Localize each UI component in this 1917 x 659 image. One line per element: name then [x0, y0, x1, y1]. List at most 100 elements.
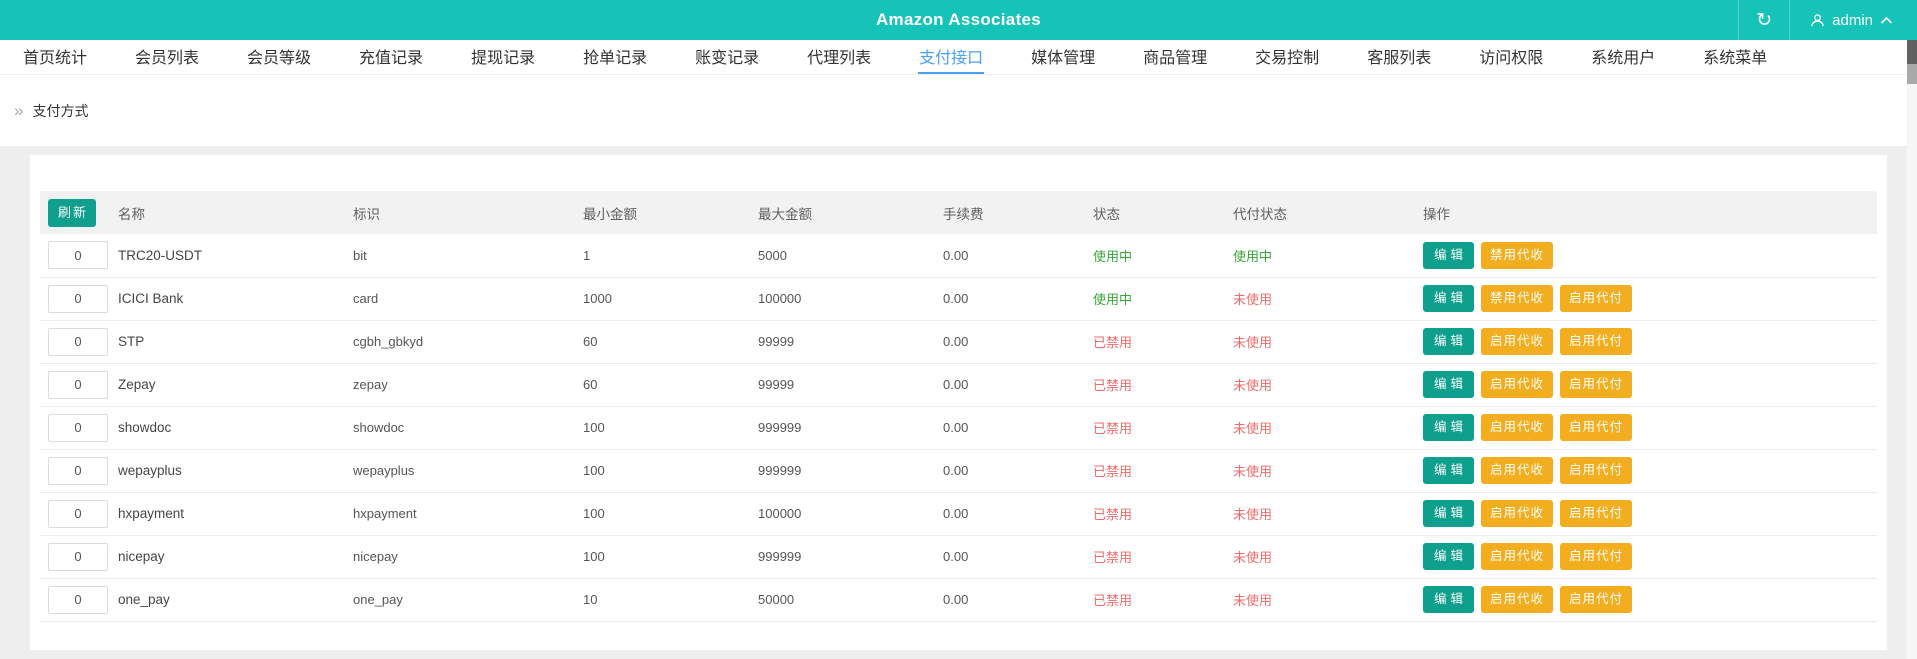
toggle-button[interactable]: 启用代付	[1560, 500, 1633, 527]
refresh-button[interactable]: 刷新	[48, 198, 97, 227]
scrollbar-thumb-tail	[1907, 64, 1917, 84]
toggle-button[interactable]: 启用代付	[1560, 457, 1633, 484]
toggle-button[interactable]: 启用代收	[1481, 414, 1554, 441]
sort-cell	[40, 578, 110, 621]
code-cell: one_pay	[353, 592, 403, 607]
edit-button[interactable]: 编辑	[1423, 414, 1475, 441]
status-text: 已禁用	[1093, 335, 1133, 350]
nav-item-12[interactable]: 客服列表	[1366, 40, 1432, 74]
user-menu[interactable]: admin	[1789, 0, 1917, 40]
nav-item-14[interactable]: 系统用户	[1590, 40, 1656, 74]
toggle-button[interactable]: 启用代收	[1481, 586, 1554, 613]
status-text: 未使用	[1233, 378, 1273, 393]
sort-input[interactable]	[48, 499, 108, 528]
nav-item-1[interactable]: 会员列表	[134, 40, 200, 74]
table-row: showdoc showdoc 100 999999 0.00 已禁用 未使用 编辑启用代收启…	[40, 406, 1877, 449]
sort-input[interactable]	[48, 370, 108, 399]
nav-item-5[interactable]: 抢单记录	[582, 40, 648, 74]
max-amount-cell: 100000	[758, 506, 802, 521]
pay-status-cell: 未使用	[1225, 320, 1415, 363]
nav-item-3[interactable]: 充值记录	[358, 40, 424, 74]
status-text: 未使用	[1233, 464, 1273, 479]
scrollbar-thumb[interactable]	[1907, 40, 1917, 64]
refresh-icon[interactable]: ↻	[1738, 0, 1789, 40]
max-amount-cell: 50000	[758, 592, 795, 607]
nav-item-10[interactable]: 商品管理	[1142, 40, 1208, 74]
nav-item-13[interactable]: 访问权限	[1478, 40, 1544, 74]
sort-input[interactable]	[48, 284, 108, 313]
edit-button[interactable]: 编辑	[1423, 586, 1475, 613]
name-cell: wepayplus	[118, 463, 182, 478]
code-cell: hxpayment	[353, 506, 417, 521]
nav-item-2[interactable]: 会员等级	[246, 40, 312, 74]
status-text: 未使用	[1233, 507, 1273, 522]
toggle-button[interactable]: 启用代付	[1560, 285, 1633, 312]
pay-status-cell: 未使用	[1225, 449, 1415, 492]
nav-item-9[interactable]: 媒体管理	[1030, 40, 1096, 74]
toggle-button[interactable]: 启用代收	[1481, 543, 1554, 570]
nav-item-7[interactable]: 代理列表	[806, 40, 872, 74]
sort-input[interactable]	[48, 585, 108, 614]
sort-cell	[40, 492, 110, 535]
min-amount-cell: 100	[583, 463, 605, 478]
toggle-button[interactable]: 禁用代收	[1481, 241, 1554, 269]
edit-button[interactable]: 编辑	[1423, 328, 1475, 355]
sort-cell	[40, 320, 110, 363]
sort-input[interactable]	[48, 413, 108, 442]
name-cell: STP	[118, 334, 145, 349]
actions-cell: 编辑 启用代收 启用代付	[1415, 406, 1877, 449]
toggle-button[interactable]: 启用代收	[1481, 371, 1554, 398]
sort-input[interactable]	[48, 327, 108, 356]
fee-cell: 0.00	[943, 420, 969, 435]
edit-button[interactable]: 编辑	[1423, 543, 1475, 570]
toggle-button[interactable]: 启用代付	[1560, 371, 1633, 398]
toggle-button[interactable]: 启用代付	[1560, 586, 1633, 613]
nav-item-8[interactable]: 支付接口	[918, 40, 985, 74]
fee-cell: 0.00	[943, 463, 969, 478]
edit-button[interactable]: 编辑	[1423, 457, 1475, 484]
header-actions: ↻ admin	[1738, 0, 1917, 40]
status-text: 使用中	[1093, 248, 1133, 264]
refresh-header-cell: 刷新	[40, 191, 110, 234]
sort-input[interactable]	[48, 456, 108, 485]
column-header: 手续费	[943, 206, 984, 222]
column-header: 名称	[118, 206, 145, 222]
toggle-button[interactable]: 启用代收	[1481, 328, 1554, 355]
edit-button[interactable]: 编辑	[1423, 285, 1475, 312]
sort-cell	[40, 406, 110, 449]
status-text: 已禁用	[1093, 378, 1133, 393]
status-cell: 已禁用	[1085, 320, 1225, 363]
toggle-button[interactable]: 启用代收	[1481, 457, 1554, 484]
name-cell: ICICI Bank	[118, 291, 184, 306]
pay-status-cell: 未使用	[1225, 535, 1415, 578]
status-text: 未使用	[1233, 421, 1273, 436]
actions-cell: 编辑 启用代收 启用代付	[1415, 363, 1877, 406]
column-header: 最小金额	[583, 206, 637, 222]
status-text: 已禁用	[1093, 507, 1133, 522]
table-row: nicepay nicepay 100 999999 0.00 已禁用 未使用 编辑启用代收启…	[40, 535, 1877, 578]
code-cell: nicepay	[353, 549, 398, 564]
chevron-up-icon	[1880, 16, 1893, 25]
edit-button[interactable]: 编辑	[1423, 371, 1475, 398]
toggle-button[interactable]: 禁用代收	[1481, 285, 1554, 312]
nav-item-15[interactable]: 系统菜单	[1702, 40, 1768, 74]
nav-item-0[interactable]: 首页统计	[22, 40, 88, 74]
status-text: 已禁用	[1093, 593, 1133, 608]
sort-cell	[40, 363, 110, 406]
sort-input[interactable]	[48, 241, 108, 270]
toggle-button[interactable]: 启用代付	[1560, 414, 1633, 441]
status-text: 未使用	[1233, 550, 1273, 565]
nav-item-11[interactable]: 交易控制	[1254, 40, 1320, 74]
edit-button[interactable]: 编辑	[1423, 241, 1475, 269]
nav-item-6[interactable]: 账变记录	[694, 40, 760, 74]
toggle-button[interactable]: 启用代收	[1481, 500, 1554, 527]
toggle-button[interactable]: 启用代付	[1560, 543, 1633, 570]
toggle-button[interactable]: 启用代付	[1560, 328, 1633, 355]
edit-button[interactable]: 编辑	[1423, 500, 1475, 527]
scrollbar[interactable]	[1907, 40, 1917, 659]
sort-input[interactable]	[48, 542, 108, 571]
code-cell: card	[353, 291, 379, 306]
table-row: one_pay one_pay 10 50000 0.00 已禁用 未使用 编辑启用代收启用代…	[40, 578, 1877, 621]
nav-item-4[interactable]: 提现记录	[470, 40, 536, 74]
status-cell: 使用中	[1085, 234, 1225, 277]
